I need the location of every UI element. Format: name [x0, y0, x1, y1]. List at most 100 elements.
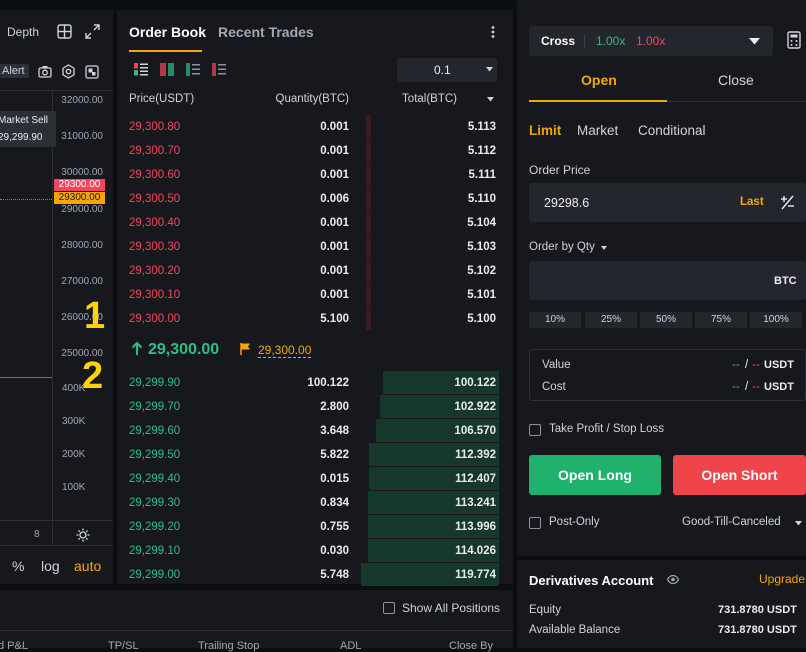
- quantity-cell: 0.001: [320, 145, 349, 157]
- calculator-icon[interactable]: [787, 31, 801, 49]
- percent-scale-toggle[interactable]: %: [12, 558, 24, 574]
- percent-slider[interactable]: 10% 25% 50% 75% 100%: [529, 312, 806, 328]
- chart-area[interactable]: Market Sell 29,299.90 32000.00 31000.00 …: [0, 90, 113, 546]
- marker-2: 2: [82, 355, 104, 397]
- camera-icon[interactable]: [38, 65, 52, 78]
- volume-tick: 200K: [62, 449, 86, 460]
- fullscreen-icon[interactable]: [85, 65, 99, 79]
- chevron-down-icon[interactable]: [795, 521, 802, 526]
- order-price-label: Order Price: [529, 163, 591, 177]
- view-asks-icon[interactable]: [212, 63, 226, 76]
- order-type-market[interactable]: Market: [577, 123, 618, 138]
- expand-icon[interactable]: [85, 24, 100, 39]
- bid-row[interactable]: 29,299.30 0.834 113.241: [117, 491, 513, 515]
- bid-row[interactable]: 29,299.50 5.822 112.392: [117, 443, 513, 467]
- tab-recent-trades[interactable]: Recent Trades: [218, 24, 314, 40]
- qty-dropdown-icon[interactable]: [601, 246, 607, 250]
- column-header: Close By: [449, 640, 494, 652]
- percent-25[interactable]: 25%: [585, 312, 637, 328]
- alert-button[interactable]: Alert: [0, 64, 29, 78]
- quantity-cell: 0.015: [320, 473, 349, 485]
- quantity-cell: 0.001: [320, 121, 349, 133]
- last-price-button[interactable]: Last: [740, 196, 764, 208]
- bid-row[interactable]: 29,299.60 3.648 106.570: [117, 419, 513, 443]
- chart-settings-icon[interactable]: [76, 528, 90, 542]
- order-qty-input[interactable]: BTC: [529, 261, 806, 300]
- view-split-icon[interactable]: [160, 63, 174, 76]
- orderbook-panel: Order Book Recent Trades 0.1 Price(USDT)…: [117, 10, 513, 587]
- ask-row[interactable]: 29,300.20 0.001 5.102: [117, 259, 513, 283]
- total-sort-icon[interactable]: [487, 97, 494, 102]
- show-all-positions-checkbox[interactable]: [383, 602, 395, 614]
- more-vertical-icon[interactable]: [490, 25, 496, 39]
- bid-row[interactable]: 29,299.90 100.122 100.122: [117, 371, 513, 395]
- ask-depth-bar: [366, 283, 371, 306]
- precision-select[interactable]: 0.1: [397, 58, 497, 82]
- percent-10[interactable]: 10%: [529, 312, 581, 328]
- cost-short: --: [752, 381, 760, 393]
- post-only-checkbox[interactable]: [529, 517, 541, 529]
- ask-row[interactable]: 29,300.00 5.100 5.100: [117, 307, 513, 331]
- percent-100[interactable]: 100%: [750, 312, 802, 328]
- bid-row[interactable]: 29,299.10 0.030 114.026: [117, 539, 513, 563]
- tab-close[interactable]: Close: [718, 72, 754, 88]
- upgrade-link[interactable]: Upgrade: [759, 572, 805, 586]
- bid-row[interactable]: 29,299.70 2.800 102.922: [117, 395, 513, 419]
- layout-grid-icon[interactable]: [57, 24, 72, 39]
- percent-50[interactable]: 50%: [640, 312, 692, 328]
- equity-label: Equity: [529, 604, 561, 616]
- order-type-limit[interactable]: Limit: [529, 123, 561, 138]
- view-both-icon[interactable]: [134, 63, 148, 76]
- view-bids-icon[interactable]: [186, 63, 200, 76]
- ask-row[interactable]: 29,300.80 0.001 5.113: [117, 115, 513, 139]
- bid-row[interactable]: 29,299.00 5.748 119.774: [117, 563, 513, 587]
- tooltip-title: Market Sell: [0, 115, 49, 126]
- settings-hex-icon[interactable]: [61, 64, 76, 79]
- ask-depth-bar: [366, 163, 371, 186]
- auto-scale-toggle[interactable]: auto: [74, 558, 101, 574]
- percent-75[interactable]: 75%: [695, 312, 747, 328]
- orderbook-header: Price(USDT) Quantity(BTC) Total(BTC): [117, 92, 513, 108]
- total-cell: 102.922: [454, 401, 496, 413]
- cost-label: Cost: [542, 381, 566, 393]
- quantity-cell: 0.001: [320, 265, 349, 277]
- ask-row[interactable]: 29,300.60 0.001 5.111: [117, 163, 513, 187]
- depth-tab[interactable]: Depth: [7, 25, 39, 39]
- quantity-cell: 0.001: [320, 289, 349, 301]
- ask-row[interactable]: 29,300.50 0.006 5.110: [117, 187, 513, 211]
- log-scale-toggle[interactable]: log: [41, 558, 60, 574]
- value-unit: USDT: [764, 359, 794, 371]
- margin-mode-select[interactable]: Cross 1.00x 1.00x: [529, 26, 773, 56]
- quantity-cell: 0.001: [320, 241, 349, 253]
- mark-price[interactable]: 29,300.00: [258, 343, 312, 358]
- time-tick: 8: [34, 529, 40, 540]
- ask-row[interactable]: 29,300.30 0.001 5.103: [117, 235, 513, 259]
- flag-icon: [240, 343, 251, 355]
- bids-list: 29,299.90 100.122 100.122 29,299.70 2.800 102…: [117, 371, 513, 587]
- order-type-conditional[interactable]: Conditional: [638, 123, 706, 138]
- bid-row[interactable]: 29,299.20 0.755 113.996: [117, 515, 513, 539]
- tab-order-book[interactable]: Order Book: [129, 24, 206, 40]
- ask-row[interactable]: 29,300.70 0.001 5.112: [117, 139, 513, 163]
- plus-minus-icon[interactable]: [780, 195, 795, 210]
- open-long-button[interactable]: Open Long: [529, 455, 661, 495]
- quantity-cell: 100.122: [307, 377, 349, 389]
- order-qty-label[interactable]: Order by Qty: [529, 241, 595, 253]
- chart-panel: Depth Alert Market Sell 29,299.90 32000.…: [0, 10, 113, 584]
- tpsl-checkbox[interactable]: [529, 424, 541, 436]
- bid-row[interactable]: 29,299.40 0.015 112.407: [117, 467, 513, 491]
- price-cell: 29,299.70: [129, 401, 181, 413]
- ask-row[interactable]: 29,300.40 0.001 5.104: [117, 211, 513, 235]
- ask-row[interactable]: 29,300.10 0.001 5.101: [117, 283, 513, 307]
- last-price[interactable]: 29,300.00: [148, 341, 219, 359]
- open-short-button[interactable]: Open Short: [673, 455, 806, 495]
- ask-depth-bar: [366, 115, 371, 138]
- time-in-force-select[interactable]: Good-Till-Canceled: [682, 516, 781, 528]
- tab-open[interactable]: Open: [581, 72, 617, 88]
- ask-depth-bar: [366, 187, 371, 210]
- eye-icon[interactable]: [667, 575, 679, 584]
- value-short: --: [752, 359, 760, 371]
- order-price-input[interactable]: 29298.6 Last: [529, 183, 806, 222]
- price-cell: 29,300.00: [129, 313, 181, 325]
- order-price-value: 29298.6: [544, 196, 590, 210]
